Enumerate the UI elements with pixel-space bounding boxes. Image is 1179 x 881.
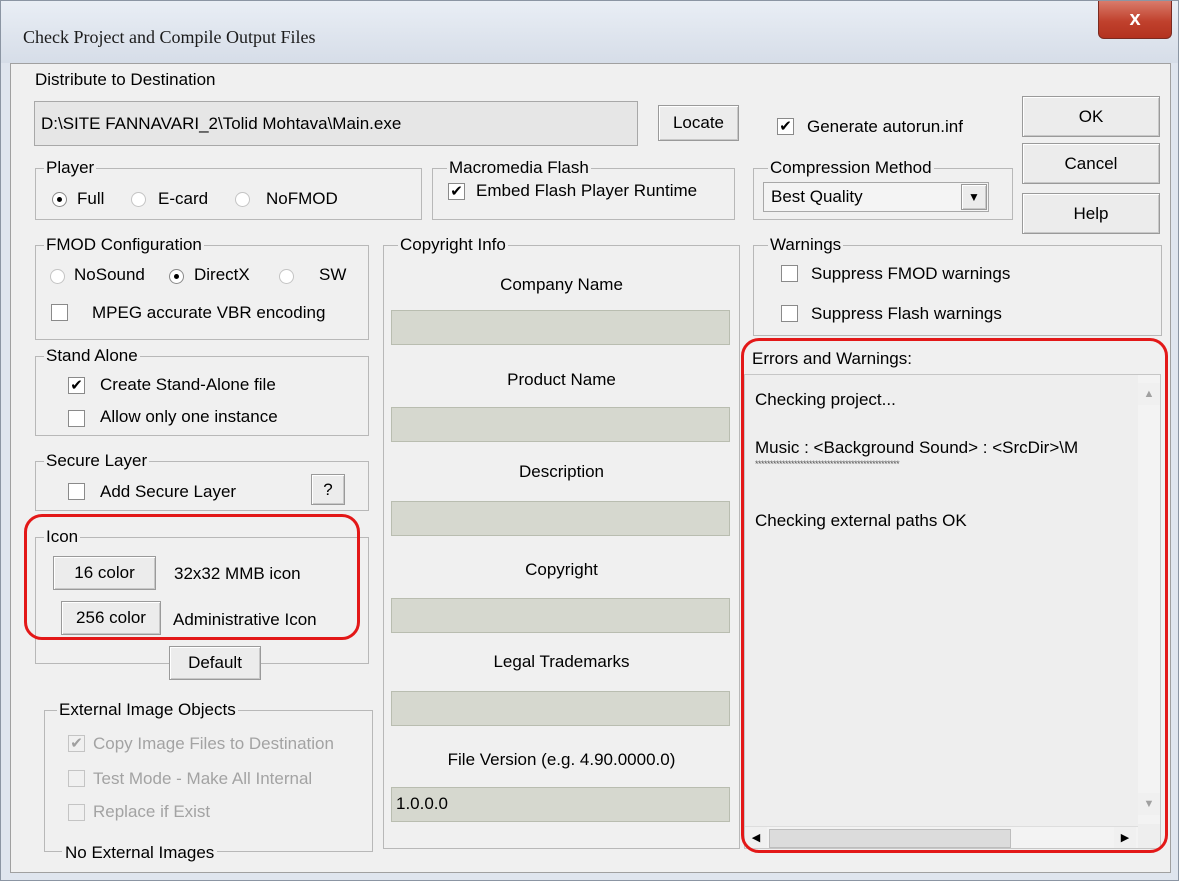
file-version-label: File Version (e.g. 4.90.0000.0): [447, 750, 676, 769]
help-button[interactable]: Help: [1022, 193, 1160, 234]
close-icon: x: [1129, 8, 1141, 30]
fmod-sw-label: SW: [319, 265, 347, 284]
fmod-nosound-label: NoSound: [74, 265, 145, 284]
checkmark-icon: ✔: [70, 735, 83, 752]
dialog-window: Check Project and Compile Output Files x…: [0, 0, 1179, 881]
copy-images-checkbox[interactable]: ✔: [68, 735, 85, 752]
fmod-directx-label: DirectX: [194, 265, 250, 284]
errors-highlight-annotation: [741, 338, 1168, 853]
title-bar[interactable]: Check Project and Compile Output Files x: [1, 1, 1178, 63]
description-label: Description: [518, 462, 605, 481]
flash-group-title: Macromedia Flash: [447, 158, 591, 178]
external-images-title: External Image Objects: [57, 700, 238, 720]
fmod-sw-radio[interactable]: [279, 269, 294, 284]
fmod-nosound-radio[interactable]: [50, 269, 65, 284]
suppress-fmod-label: Suppress FMOD warnings: [811, 264, 1011, 283]
player-nofmod-radio[interactable]: [235, 192, 250, 207]
dialog-client: Distribute to Destination D:\SITE FANNAV…: [10, 63, 1171, 873]
secure-layer-help-button[interactable]: ?: [311, 474, 345, 505]
player-ecard-radio[interactable]: [131, 192, 146, 207]
autorun-checkbox[interactable]: ✔: [777, 118, 794, 135]
close-button[interactable]: x: [1098, 1, 1172, 39]
copyright-field[interactable]: [391, 598, 730, 633]
one-instance-checkbox[interactable]: [68, 410, 85, 427]
suppress-flash-checkbox[interactable]: [781, 305, 798, 322]
ok-button[interactable]: OK: [1022, 96, 1160, 137]
mpeg-vbr-label: MPEG accurate VBR encoding: [92, 303, 326, 322]
checkmark-icon: ✔: [779, 118, 792, 135]
secure-layer-group-title: Secure Layer: [44, 451, 150, 471]
player-ecard-label: E-card: [158, 189, 209, 208]
embed-flash-checkbox[interactable]: ✔: [448, 183, 465, 200]
secure-layer-checkbox[interactable]: [68, 483, 85, 500]
description-field[interactable]: [391, 501, 730, 536]
test-mode-checkbox[interactable]: [68, 770, 85, 787]
copy-images-label: Copy Image Files to Destination: [93, 734, 334, 753]
checkmark-icon: ✔: [70, 377, 83, 394]
replace-if-exist-label: Replace if Exist: [93, 802, 211, 821]
destination-path-field[interactable]: D:\SITE FANNAVARI_2\Tolid Mohtava\Main.e…: [34, 101, 638, 146]
company-name-label: Company Name: [500, 275, 623, 294]
file-version-field[interactable]: 1.0.0.0: [391, 787, 730, 822]
compression-selected: Best Quality: [771, 187, 863, 206]
product-name-field[interactable]: [391, 407, 730, 442]
embed-flash-label: Embed Flash Player Runtime: [476, 181, 698, 200]
player-group-title: Player: [44, 158, 97, 178]
mpeg-vbr-checkbox[interactable]: [51, 304, 68, 321]
player-nofmod-label: NoFMOD: [266, 189, 338, 208]
player-full-radio[interactable]: [52, 192, 67, 207]
compression-group-title: Compression Method: [768, 158, 934, 178]
fmod-group: FMOD Configuration: [35, 235, 369, 340]
compression-select[interactable]: Best Quality: [763, 182, 989, 212]
chevron-down-icon[interactable]: ▼: [961, 184, 987, 210]
icon-highlight-annotation: [24, 514, 360, 640]
product-name-label: Product Name: [507, 370, 616, 389]
player-full-label: Full: [77, 189, 105, 208]
fmod-directx-radio[interactable]: [169, 269, 184, 284]
company-name-field[interactable]: [391, 310, 730, 345]
create-standalone-label: Create Stand-Alone file: [100, 375, 276, 394]
create-standalone-checkbox[interactable]: ✔: [68, 377, 85, 394]
secure-layer-label: Add Secure Layer: [100, 482, 237, 501]
icon-default-button[interactable]: Default: [169, 646, 261, 680]
standalone-group-title: Stand Alone: [44, 346, 140, 366]
fmod-group-title: FMOD Configuration: [44, 235, 204, 255]
window-title: Check Project and Compile Output Files: [23, 27, 316, 47]
locate-button[interactable]: Locate: [658, 105, 739, 141]
test-mode-label: Test Mode - Make All Internal: [93, 769, 313, 788]
legal-trademarks-label: Legal Trademarks: [493, 652, 630, 671]
replace-if-exist-checkbox[interactable]: [68, 804, 85, 821]
legal-trademarks-field[interactable]: [391, 691, 730, 726]
checkmark-icon: ✔: [450, 183, 463, 200]
suppress-fmod-checkbox[interactable]: [781, 265, 798, 282]
copyright-group-title: Copyright Info: [398, 235, 508, 255]
external-images-status: No External Images: [62, 843, 218, 863]
destination-label: Distribute to Destination: [35, 70, 216, 89]
copyright-label: Copyright: [525, 560, 598, 579]
suppress-flash-label: Suppress Flash warnings: [811, 304, 1002, 323]
warnings-group-title: Warnings: [768, 235, 844, 255]
one-instance-label: Allow only one instance: [100, 407, 278, 426]
autorun-label: Generate autorun.inf: [807, 117, 963, 136]
cancel-button[interactable]: Cancel: [1022, 143, 1160, 184]
